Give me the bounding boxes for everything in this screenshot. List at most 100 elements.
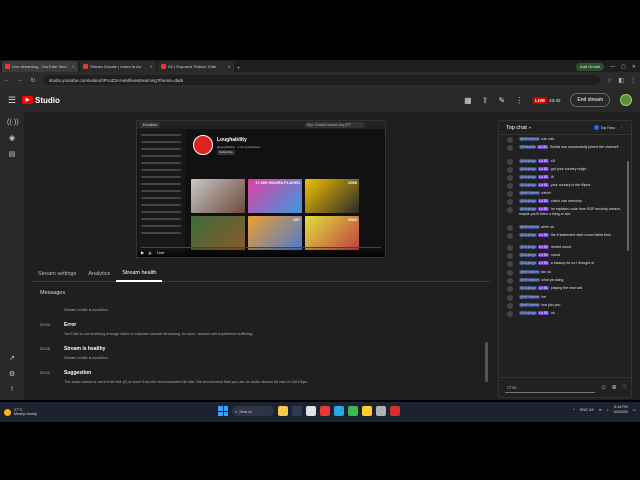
chat-message[interactable]: @elf.thimen ahhh ok <box>507 225 625 231</box>
taskbar-search[interactable]: ⌕ Search <box>232 406 274 416</box>
chat-message[interactable]: @elf.thimen fan ok <box>507 270 625 276</box>
menu-dots-icon[interactable]: ⋮ <box>630 77 636 84</box>
notifications-icon[interactable]: ▭ <box>633 408 636 412</box>
chat-author[interactable]: @elf.thimen <box>519 191 541 195</box>
chat-message[interactable]: @Avjicigo Lv 91 the if statement start rou… <box>507 233 625 239</box>
stream-preview[interactable]: Excellent Rye: Default stream key (RT Lo… <box>136 120 386 258</box>
chat-message[interactable]: @Avjicigo Lv 91 restart round <box>507 245 625 251</box>
app-icon[interactable] <box>390 406 400 416</box>
tab-analytics[interactable]: Analytics <box>82 266 116 282</box>
stream-icon[interactable]: ((·)) <box>7 118 19 128</box>
share-icon[interactable]: ⇪ <box>482 96 489 105</box>
chat-message[interactable]: @elf.thimen nahhh <box>507 191 625 197</box>
maximize-icon[interactable]: ▢ <box>621 64 626 70</box>
close-icon[interactable]: ✕ <box>72 64 75 69</box>
feedback-icon[interactable]: ! <box>7 385 17 395</box>
app-icon[interactable] <box>306 406 316 416</box>
top-fans-button[interactable]: Top Fans <box>593 125 615 130</box>
chat-message[interactable]: @Ihsanfo Lv 91 Bot4is has successfully joi… <box>507 145 625 151</box>
close-window-icon[interactable]: ✕ <box>632 64 636 70</box>
reload-icon[interactable]: ↻ <box>30 77 36 84</box>
heart-icon[interactable]: ♡ <box>622 384 627 391</box>
studio-logo[interactable]: ▶ Studio <box>22 96 60 105</box>
chat-message[interactable]: @elf.thimen nah nah <box>507 137 625 143</box>
chevron-down-icon[interactable]: ▾ <box>529 125 531 130</box>
close-icon[interactable]: ✕ <box>150 64 153 69</box>
minimize-icon[interactable]: — <box>610 64 615 70</box>
app-icon[interactable] <box>376 406 386 416</box>
edit-icon[interactable]: ✎ <box>498 96 505 105</box>
browser-tab[interactable]: Stream Donate | Listen to Au ✕ <box>80 61 156 72</box>
chat-author[interactable]: @Ihsanfo <box>519 145 537 149</box>
edge-icon[interactable] <box>334 406 344 416</box>
chat-author[interactable]: @elf.thimen <box>519 270 541 274</box>
end-stream-button[interactable]: End stream <box>570 93 610 107</box>
language-indicator[interactable]: ENG US <box>580 408 594 412</box>
chat-scrollbar[interactable] <box>627 161 629 251</box>
chat-author[interactable]: @Avjicigo <box>519 207 537 211</box>
browser-tab[interactable]: Live streaming - YouTube Stud ✕ <box>2 61 78 72</box>
chat-message[interactable]: @Avjicigo Lv 91 round <box>507 253 625 259</box>
chrome-icon[interactable] <box>348 406 358 416</box>
chat-author[interactable]: @Avjicigo <box>519 175 537 179</box>
browser-tab[interactable]: D2 | Exposed 'Roblox' Kids ✕ <box>158 61 234 72</box>
chat-message[interactable]: @elf.thimen hm <box>507 295 625 301</box>
chat-author[interactable]: @Avjicigo <box>519 286 537 290</box>
chat-author[interactable]: @Avjicigo <box>519 311 537 315</box>
chat-author[interactable]: @Avjicigo <box>519 183 537 187</box>
close-icon[interactable]: ✕ <box>228 64 231 69</box>
chat-author[interactable]: @Avjicigo <box>519 233 537 237</box>
chat-message[interactable]: @Avjicigo Lv 91 a backup for so i thought … <box>507 261 625 267</box>
chevron-up-icon[interactable]: ^ <box>573 408 575 412</box>
tab-stream-health[interactable]: Stream health <box>116 266 163 282</box>
chat-message[interactable]: @Avjicigo Lv 91 W <box>507 175 625 181</box>
tab-stream-settings[interactable]: Stream settings <box>32 266 82 282</box>
more-icon[interactable]: ⋮ <box>619 125 624 131</box>
chat-author[interactable]: @Avjicigo <box>519 253 537 257</box>
chat-author[interactable]: @elf.thimen <box>519 295 541 299</box>
camera-icon[interactable]: ◉ <box>7 134 17 144</box>
profile-button[interactable]: Add Gmobi <box>576 62 605 71</box>
chat-message[interactable]: @Avjicigo Lv 91 got your country origin <box>507 167 625 173</box>
volume-icon[interactable]: 🔈 <box>148 250 153 255</box>
windows-start-icon[interactable] <box>218 406 228 416</box>
plus-icon[interactable]: ⊕ <box>612 384 617 391</box>
chat-message[interactable]: @Avjicigo Lv 91 your country is the filipo… <box>507 183 625 189</box>
url-field[interactable]: studio.youtube.com/video/0PcoZ2AAeM/live… <box>43 75 600 85</box>
avatar[interactable] <box>620 94 632 106</box>
external-link-icon[interactable]: ↗ <box>7 354 17 364</box>
wifi-icon[interactable]: ≋ <box>599 408 602 412</box>
hamburger-icon[interactable]: ☰ <box>8 95 22 106</box>
chat-author[interactable]: @elf.thimen <box>519 278 541 282</box>
chat-message[interactable]: @elf.thimen ima join you <box>507 303 625 309</box>
chat-title[interactable]: Top chat <box>506 125 527 131</box>
extensions-icon[interactable]: ◧ <box>618 77 624 84</box>
clock[interactable]: 8:16 PM 9/4/2026 <box>614 405 628 415</box>
chat-message[interactable]: @Avjicigo Lv 91 check can oneshop <box>507 199 625 205</box>
chat-author[interactable]: @Avjicigo <box>519 167 537 171</box>
forward-icon[interactable]: → <box>17 77 23 83</box>
scrollbar[interactable] <box>485 342 488 382</box>
chat-author[interactable]: @elf.thimen <box>519 137 541 141</box>
chat-author[interactable]: @elf.thimen <box>519 303 541 307</box>
chat-message[interactable]: @Avjicigo Lv 91 xD <box>507 159 625 165</box>
chat-message[interactable]: @elf.thimen what ya doing <box>507 278 625 284</box>
app-icon[interactable] <box>320 406 330 416</box>
chat-author[interactable]: @elf.thimen <box>519 225 541 229</box>
calendar-icon[interactable]: ▦ <box>464 96 472 105</box>
chat-message[interactable]: @Avjicigo Lv 91 he explains code from SGP … <box>507 207 625 217</box>
manage-icon[interactable]: ▤ <box>7 150 17 160</box>
volume-icon[interactable]: ♪ <box>607 408 609 412</box>
chat-author[interactable]: @Avjicigo <box>519 261 537 265</box>
app-icon[interactable] <box>292 406 302 416</box>
folder-icon[interactable] <box>362 406 372 416</box>
chat-message[interactable]: @Avjicigo Lv 91 ok <box>507 311 625 317</box>
chat-message[interactable]: @Avjicigo Lv 91 playing the new wal <box>507 286 625 292</box>
chat-author[interactable]: @Avjicigo <box>519 245 537 249</box>
app-icon[interactable] <box>278 406 288 416</box>
weather-widget[interactable]: 27°C Mostly cloudy <box>4 408 94 416</box>
more-icon[interactable]: ⋮ <box>515 96 523 105</box>
chat-author[interactable]: @Avjicigo <box>519 199 537 203</box>
star-icon[interactable]: ☆ <box>607 77 612 84</box>
play-icon[interactable]: ▶ <box>141 250 144 255</box>
